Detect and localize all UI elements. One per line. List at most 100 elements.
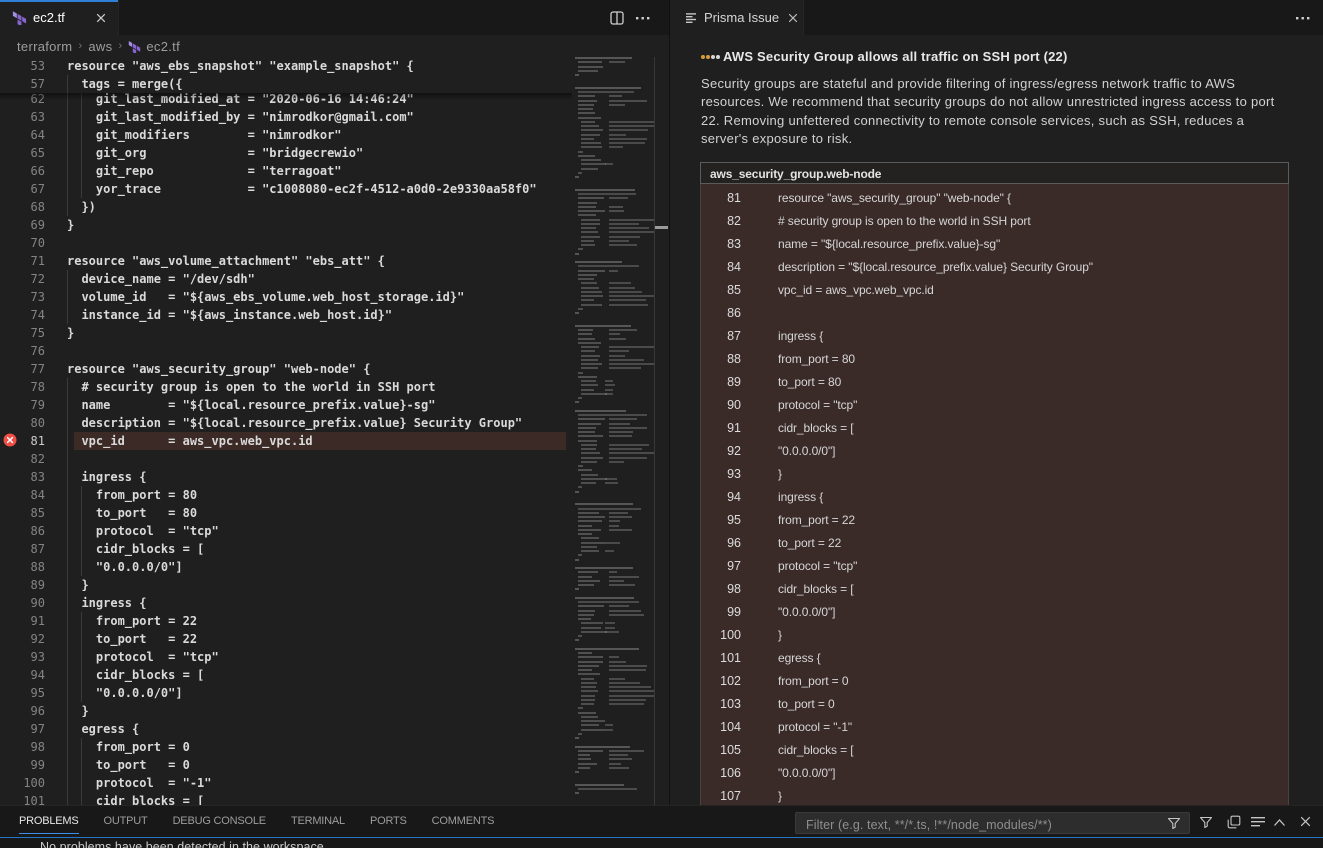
breadcrumb-item-terraform[interactable]: terraform — [17, 39, 72, 54]
code-block-row: 97protocol = "tcp" — [701, 555, 1288, 578]
minimap-line — [609, 291, 642, 293]
minimap-line — [578, 584, 594, 586]
minimap-line — [609, 754, 628, 756]
sticky-line[interactable]: 57 tags = merge({ — [0, 75, 575, 93]
tab-close-icon[interactable] — [787, 12, 799, 24]
minimap-line — [575, 648, 639, 650]
minimap-line — [609, 219, 654, 221]
code-text: from_port = 22 — [778, 509, 855, 532]
minimap-line — [581, 380, 596, 382]
code-line: 67 yor_trace = "c1008080-ec2f-4512-a0d0-… — [0, 180, 575, 198]
code-line: 68 }) — [0, 198, 575, 216]
minimap-line — [581, 223, 600, 225]
sticky-line[interactable]: 53resource "aws_ebs_snapshot" "example_s… — [0, 57, 575, 75]
minimap-line — [578, 508, 641, 510]
webview-list-icon — [686, 12, 697, 24]
minimap-line — [578, 248, 583, 250]
code-block-row: 86 — [701, 302, 1288, 325]
tab-prisma-issue[interactable]: Prisma Issue — [670, 0, 804, 35]
minimap[interactable] — [575, 57, 654, 806]
minimap-line — [578, 117, 601, 119]
tab-close-icon[interactable] — [95, 12, 107, 24]
minimap-line — [578, 665, 599, 667]
minimap-line — [575, 588, 579, 590]
minimap-line — [581, 622, 603, 624]
line-number: 84 — [701, 256, 741, 279]
code-text: protocol = "tcp" — [778, 394, 857, 417]
minimap-line — [609, 767, 629, 769]
minimap-line — [578, 571, 598, 573]
minimap-line — [578, 516, 605, 518]
code-block-header-label: aws_security_group.web-node — [710, 167, 881, 181]
code-text: resource "aws_ebs_snapshot" "example_sna… — [67, 57, 414, 75]
active-tab-indicator — [0, 0, 118, 2]
minimap-line — [578, 486, 582, 488]
code-block-row: 102from_port = 0 — [701, 670, 1288, 693]
minimap-line — [581, 695, 595, 697]
minimap-line — [578, 202, 597, 204]
minimap-line — [581, 631, 607, 633]
close-panel-icon[interactable] — [1299, 815, 1312, 828]
filter-toggle-icon[interactable] — [1199, 815, 1213, 829]
line-number: 66 — [0, 162, 45, 180]
code-block-row: 96to_port = 22 — [701, 532, 1288, 555]
minimap-line — [578, 512, 599, 514]
minimap-line — [609, 100, 647, 102]
line-number: 68 — [0, 198, 45, 216]
code-text: from_port = 80 — [67, 486, 197, 504]
minimap-line — [581, 703, 594, 705]
code-text: to_port = 0 — [67, 756, 190, 774]
minimap-line — [575, 639, 579, 641]
line-number: 94 — [701, 486, 741, 509]
code-line: 90 ingress { — [0, 594, 575, 612]
terraform-icon-small — [128, 40, 141, 53]
more-actions-icon[interactable] — [636, 16, 651, 20]
minimap-line — [609, 512, 628, 514]
minimap-line — [578, 431, 595, 433]
minimap-line — [578, 754, 590, 756]
minimap-line — [609, 270, 618, 272]
maximize-panel-icon[interactable] — [1273, 818, 1286, 827]
line-number: 105 — [701, 739, 741, 762]
minimap-line — [578, 206, 596, 208]
code-editor[interactable]: 62 git_last_modified_at = "2020-06-16 14… — [0, 57, 669, 806]
minimap-line — [609, 695, 654, 697]
code-text: egress { — [778, 647, 821, 670]
right-editor-actions — [1296, 0, 1311, 35]
minimap-line — [581, 682, 597, 684]
code-line: 99 to_port = 0 — [0, 756, 575, 774]
breadcrumb-item-aws[interactable]: aws — [88, 39, 112, 54]
minimap-line — [578, 469, 592, 471]
minimap-line — [581, 716, 598, 718]
view-menu-icon[interactable] — [1251, 816, 1265, 828]
minimap-line — [581, 478, 607, 480]
code-text: protocol = "tcp" — [778, 555, 857, 578]
minimap-line — [581, 231, 598, 233]
chevron-right-icon: › — [118, 40, 122, 52]
minimap-line — [575, 312, 579, 314]
minimap-line — [575, 253, 579, 255]
line-number: 67 — [0, 180, 45, 198]
code-text: resource "aws_volume_attachment" "ebs_at… — [67, 252, 385, 270]
code-text: } — [67, 324, 74, 342]
minimap-line — [609, 418, 637, 420]
tab-ec2-tf[interactable]: ec2.tf — [0, 0, 119, 35]
code-block-row: 87ingress { — [701, 325, 1288, 348]
split-editor-icon[interactable] — [610, 11, 624, 25]
code-line: 97 egress { — [0, 720, 575, 738]
minimap-line — [581, 482, 596, 484]
more-actions-icon[interactable] — [1296, 16, 1311, 20]
minimap-line — [578, 554, 582, 556]
code-text: }) — [67, 198, 96, 216]
breadcrumb-item-file[interactable]: ec2.tf — [146, 39, 180, 54]
overview-cursor-marker — [655, 226, 668, 229]
line-number: 89 — [701, 371, 741, 394]
code-line: 72 device_name = "/dev/sdh" — [0, 270, 575, 288]
minimap-line — [578, 214, 596, 216]
code-text: # security group is open to the world in… — [778, 210, 1031, 233]
minimap-line — [575, 401, 579, 403]
minimap-line — [581, 363, 602, 365]
minimap-line — [609, 610, 641, 612]
open-in-editor-icon[interactable] — [1227, 815, 1241, 829]
minimap-line — [609, 329, 637, 331]
